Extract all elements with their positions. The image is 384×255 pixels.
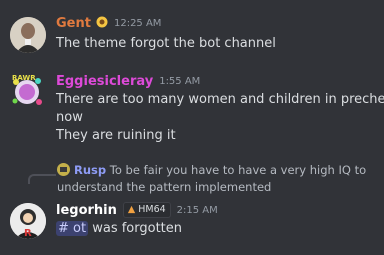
reply-preview[interactable]: Rusp To be fair you have to have a very … [57, 163, 377, 195]
reply-author[interactable]: Rusp [74, 163, 106, 177]
reply-text: To be fair you have to have a very high … [109, 163, 367, 177]
cat-icon: ▲ [127, 204, 136, 215]
sunflower-icon [96, 16, 108, 31]
svg-text:RAWR: RAWR [12, 74, 36, 82]
avatar-eggiesicleray[interactable]: RAWR [8, 72, 46, 110]
author-name[interactable]: Eggiesicleray [56, 74, 153, 89]
server-tag[interactable]: ▲ HM64 [122, 202, 171, 218]
svg-text:R: R [24, 228, 32, 239]
channel-mention[interactable]: # ot [56, 221, 89, 236]
message-legorhin: R legorhin ▲ HM64 2:15 AM # ot was forgo… [0, 195, 384, 255]
message-text: now [56, 110, 83, 125]
message-text: # ot was forgotten [56, 221, 183, 236]
message-text: They are ruining it [56, 128, 176, 143]
avatar-gent[interactable] [10, 17, 46, 53]
timestamp: 12:25 AM [113, 18, 162, 29]
message-text: There are too many women and children in… [56, 92, 384, 107]
message-eggiesicleray: RAWR Eggiesicleray 1:55 AM There are too… [0, 60, 384, 150]
timestamp: 2:15 AM [176, 204, 218, 216]
reply-avatar-icon [57, 163, 70, 180]
author-name[interactable]: legorhin [56, 203, 117, 218]
author-name[interactable]: Gent [56, 16, 91, 31]
avatar-legorhin[interactable]: R [10, 203, 46, 239]
reply-text: understand the pattern implemented [57, 180, 272, 194]
message-text: The theme forgot the bot channel [56, 36, 276, 51]
timestamp: 1:55 AM [159, 76, 201, 87]
reply-connector [28, 174, 56, 184]
message-gent: Gent 12:25 AM The theme forgot the bot c… [0, 0, 384, 60]
